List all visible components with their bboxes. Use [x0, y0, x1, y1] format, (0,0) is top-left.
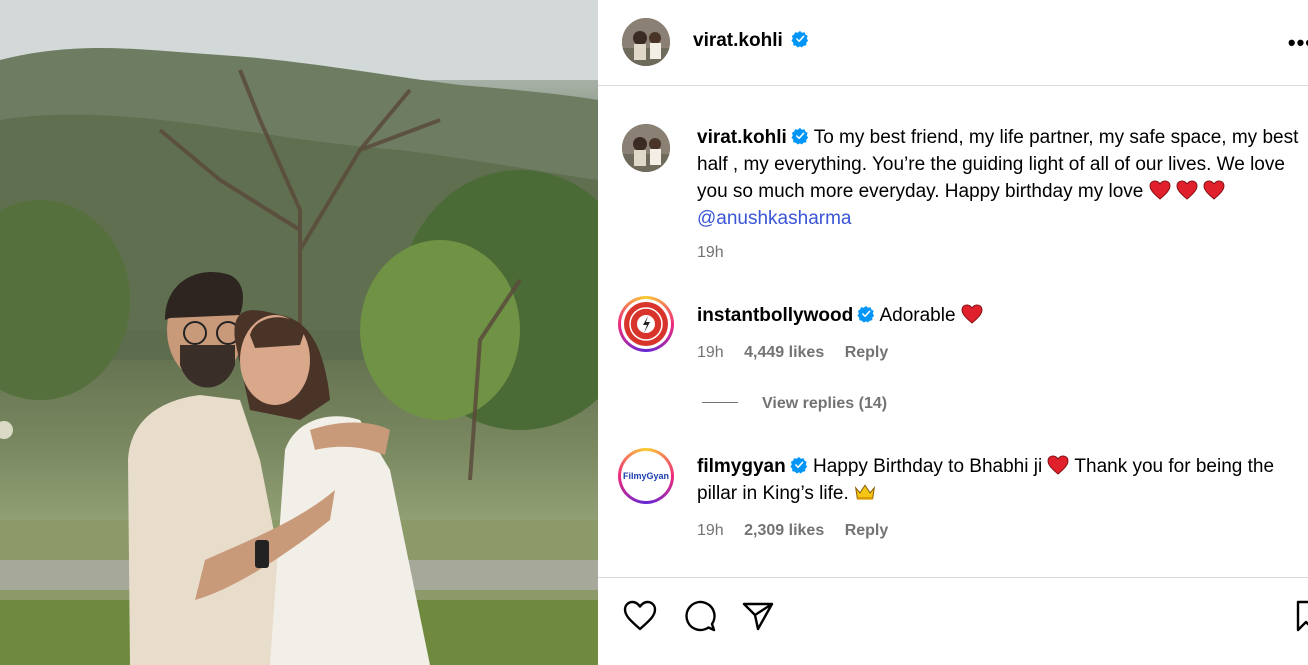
red-heart-icon	[1203, 180, 1225, 200]
red-heart-icon	[1047, 455, 1069, 475]
author-username[interactable]: virat.kohli	[693, 30, 783, 51]
comment: filmygyan Happy Birthday to Bhabhi ji Th…	[697, 453, 1297, 507]
view-replies-label: View replies (14)	[762, 395, 888, 412]
filmygyan-logo: FilmyGyan	[623, 454, 670, 498]
comment-likes[interactable]: 2,309 likes	[744, 522, 824, 539]
save-bookmark-icon[interactable]	[1296, 600, 1308, 632]
actions-divider	[598, 577, 1308, 578]
comment-icon[interactable]	[682, 598, 718, 634]
verified-badge-icon	[857, 305, 875, 323]
more-options-button[interactable]: •••	[1288, 30, 1308, 56]
view-replies-button[interactable]: View replies (14)	[702, 395, 887, 413]
verified-badge-icon	[791, 127, 808, 145]
share-icon[interactable]	[740, 598, 776, 634]
comment-likes[interactable]: 4,449 likes	[744, 344, 824, 361]
more-horizontal-icon: •••	[1287, 30, 1308, 55]
post-header: virat.kohli •••	[598, 0, 1308, 86]
post-detail-pane: virat.kohli ••• virat.kohli To my best f…	[598, 0, 1308, 665]
mention-link[interactable]: @anushkasharma	[697, 208, 851, 229]
comment-username[interactable]: filmygyan	[697, 456, 786, 477]
commenter-avatar[interactable]: FilmyGyan	[618, 448, 674, 504]
red-heart-icon	[961, 304, 983, 324]
author-username-row: virat.kohli	[693, 30, 809, 52]
post-photo[interactable]	[0, 0, 598, 665]
red-heart-icon	[1176, 180, 1198, 200]
reply-button[interactable]: Reply	[845, 344, 889, 361]
caption-timestamp[interactable]: 19h	[697, 244, 724, 261]
couple-photo	[0, 0, 598, 665]
caption-avatar[interactable]	[622, 124, 670, 172]
filmygyan-logo-text: FilmyGyan	[623, 471, 670, 481]
crown-icon	[854, 484, 876, 500]
like-heart-icon[interactable]	[622, 598, 658, 634]
caption-meta: 19h	[697, 244, 740, 262]
author-avatar[interactable]	[622, 18, 670, 66]
comment-timestamp[interactable]: 19h	[697, 522, 724, 539]
instantbollywood-logo	[624, 302, 668, 346]
caption-avatar-image	[622, 124, 670, 172]
red-heart-icon	[1149, 180, 1171, 200]
verified-badge-icon	[790, 456, 807, 474]
caption-username[interactable]: virat.kohli	[697, 127, 787, 148]
author-avatar-image	[622, 18, 670, 66]
comment-meta: 19h 4,449 likes Reply	[697, 344, 904, 362]
comment-text: Adorable	[879, 305, 956, 326]
verified-badge-icon	[791, 30, 809, 48]
reply-button[interactable]: Reply	[845, 522, 889, 539]
comment-timestamp[interactable]: 19h	[697, 344, 724, 361]
commenter-avatar[interactable]	[618, 296, 674, 352]
comment-meta: 19h 2,309 likes Reply	[697, 522, 904, 540]
instantbollywood-logo-icon	[629, 307, 663, 341]
comment-username[interactable]: instantbollywood	[697, 305, 853, 326]
caption: virat.kohli To my best friend, my life p…	[697, 124, 1308, 232]
comment: instantbollywood Adorable	[697, 302, 1297, 329]
replies-line	[702, 402, 738, 403]
comment-text: Happy Birthday to Bhabhi ji	[812, 456, 1043, 477]
